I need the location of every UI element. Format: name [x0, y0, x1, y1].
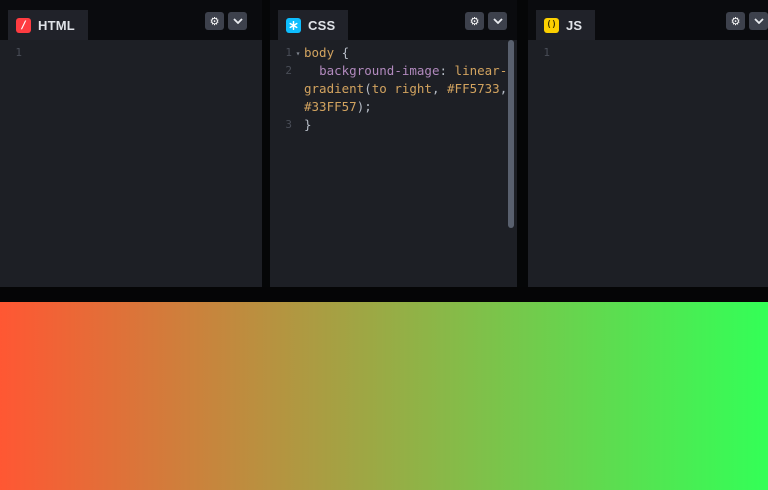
line-number: 1 [543, 46, 550, 59]
chevron-down-icon [232, 18, 243, 24]
css-scrollbar-thumb[interactable] [508, 40, 514, 228]
asterisk-glyph [289, 20, 298, 30]
line-number: 2 [285, 64, 292, 77]
line-number: 1 [285, 46, 292, 59]
preview-resize-divider[interactable] [0, 287, 768, 302]
js-header-buttons: ⚙ [726, 12, 768, 30]
js-icon: () [544, 17, 559, 33]
css-icon [286, 17, 301, 33]
css-panel-header: CSS ⚙ [270, 0, 517, 40]
html-collapse-button[interactable] [228, 12, 247, 30]
code-text: } [304, 117, 312, 132]
tab-js-label: JS [566, 17, 583, 33]
js-collapse-button[interactable] [749, 12, 768, 30]
editor-line: #33FF57); [270, 98, 517, 116]
editors-row: / HTML ⚙ 1 CSS ⚙ 1 ▾ body {2 background… [0, 0, 768, 287]
editor-line: 2 background-image: linear- [270, 62, 517, 80]
tab-css-label: CSS [308, 17, 336, 33]
js-panel: () JS ⚙ 1 [528, 0, 768, 287]
html-settings-button[interactable]: ⚙ [205, 12, 224, 30]
editor-line: 1 ▾ body { [270, 44, 517, 62]
editor-line: 1 [528, 44, 768, 62]
css-code-editor[interactable]: 1 ▾ body {2 background-image: linear-gradi… [270, 40, 517, 287]
tab-html[interactable]: / HTML [8, 10, 88, 40]
codepen-editor-app: / HTML ⚙ 1 CSS ⚙ 1 ▾ body {2 background… [0, 0, 768, 490]
css-panel: CSS ⚙ 1 ▾ body {2 background-image: linear… [270, 0, 517, 287]
gear-icon: ⚙ [469, 14, 480, 28]
html-icon: / [16, 17, 31, 33]
tab-css[interactable]: CSS [278, 10, 349, 40]
js-settings-button[interactable]: ⚙ [726, 12, 745, 30]
preview-pane [0, 302, 768, 490]
css-header-buttons: ⚙ [465, 12, 507, 30]
tab-js[interactable]: () JS [536, 10, 596, 40]
css-code-lines: 1 ▾ body {2 background-image: linear-gradi… [270, 44, 517, 134]
code-text: gradient(to right, #FF5733, [304, 81, 508, 96]
css-settings-button[interactable]: ⚙ [465, 12, 484, 30]
gear-icon: ⚙ [730, 14, 741, 28]
gear-icon: ⚙ [209, 14, 220, 28]
line-number: 3 [285, 118, 292, 131]
line-number: 1 [15, 46, 22, 59]
editor-line: 3} [270, 116, 517, 134]
editor-line: gradient(to right, #FF5733, [270, 80, 517, 98]
fold-arrow-icon[interactable]: ▾ [292, 44, 304, 62]
chevron-down-icon [753, 18, 764, 24]
js-panel-header: () JS ⚙ [528, 0, 768, 40]
html-panel-header: / HTML ⚙ [0, 0, 262, 40]
line-number [270, 80, 292, 98]
html-code-editor[interactable]: 1 [0, 40, 262, 287]
js-code-editor[interactable]: 1 [528, 40, 768, 287]
tab-html-label: HTML [38, 17, 75, 33]
line-number [270, 98, 292, 116]
chevron-down-icon [492, 18, 503, 24]
css-collapse-button[interactable] [488, 12, 507, 30]
code-text: body { [304, 45, 350, 60]
html-panel: / HTML ⚙ 1 [0, 0, 262, 287]
editor-line: 1 [0, 44, 262, 62]
html-header-buttons: ⚙ [205, 12, 247, 30]
code-text: background-image: linear- [319, 63, 508, 78]
code-text: #33FF57); [304, 99, 372, 114]
